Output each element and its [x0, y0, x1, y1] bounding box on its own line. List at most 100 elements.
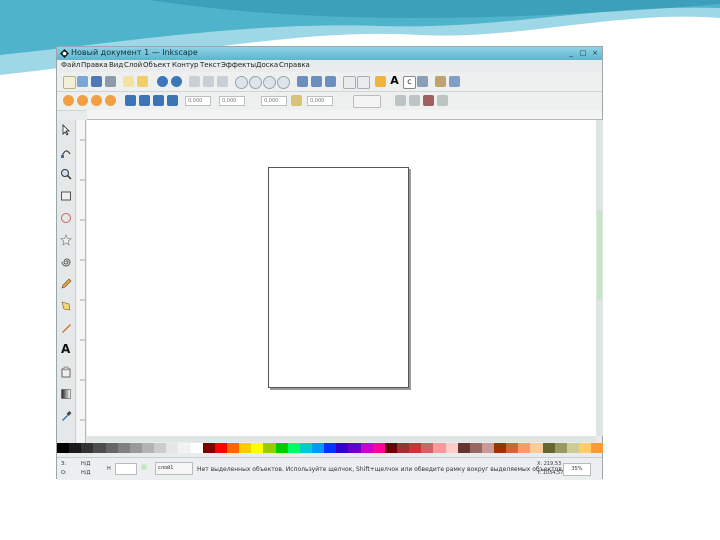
rotate-cw-icon[interactable]: [77, 95, 88, 106]
spray-icon[interactable]: [60, 366, 72, 378]
palette-swatch[interactable]: [81, 443, 94, 453]
layer-select[interactable]: слой1: [155, 462, 193, 475]
palette-swatch[interactable]: [336, 443, 349, 453]
palette-swatch[interactable]: [360, 443, 373, 453]
palette-swatch[interactable]: [384, 443, 397, 453]
new-icon[interactable]: [63, 76, 76, 89]
palette-swatch[interactable]: [311, 443, 325, 453]
calligraphy-icon[interactable]: [60, 322, 72, 334]
ungroup-icon[interactable]: [357, 76, 370, 89]
palette-swatch[interactable]: [287, 443, 300, 453]
palette-swatch[interactable]: [324, 443, 337, 453]
pencil-icon[interactable]: [60, 278, 72, 290]
vertical-scrollbar[interactable]: [596, 120, 603, 436]
palette-swatch[interactable]: [518, 443, 531, 453]
zoom-drawing-icon[interactable]: [249, 76, 262, 89]
menu-whiteboard[interactable]: Доска: [256, 61, 278, 69]
palette-swatch[interactable]: [57, 443, 70, 453]
lower-icon[interactable]: [153, 95, 164, 106]
palette-swatch[interactable]: [299, 443, 312, 453]
move-gradients-icon[interactable]: [423, 95, 434, 106]
raise-icon[interactable]: [139, 95, 150, 106]
close-button[interactable]: ×: [591, 49, 599, 57]
menu-edit[interactable]: Правка: [81, 61, 108, 69]
palette-swatch[interactable]: [239, 443, 252, 453]
palette-swatch[interactable]: [506, 443, 519, 453]
palette-swatch[interactable]: [494, 443, 507, 453]
group-icon[interactable]: [343, 76, 356, 89]
ellipse-icon[interactable]: [60, 212, 72, 224]
minimize-button[interactable]: _: [567, 49, 575, 57]
flip-vertical-icon[interactable]: [105, 95, 116, 106]
menu-path[interactable]: Контур: [172, 61, 199, 69]
zoom-icon[interactable]: [60, 168, 72, 180]
palette-swatch[interactable]: [591, 443, 604, 453]
menu-file[interactable]: Файл: [61, 61, 80, 69]
palette-swatch[interactable]: [275, 443, 288, 453]
palette-swatch[interactable]: [421, 443, 434, 453]
zoom-page-icon[interactable]: [263, 76, 276, 89]
import-icon[interactable]: [123, 76, 134, 87]
spiral-icon[interactable]: [60, 256, 72, 268]
palette-swatch[interactable]: [396, 443, 410, 453]
palette-swatch[interactable]: [530, 443, 543, 453]
palette-swatch[interactable]: [542, 443, 555, 453]
rectangle-icon[interactable]: [60, 190, 72, 202]
fill-indicator[interactable]: Н/Д: [81, 461, 90, 467]
palette-swatch[interactable]: [469, 443, 482, 453]
align-icon[interactable]: [417, 76, 428, 87]
zoom-width-icon[interactable]: [277, 76, 290, 89]
pen-icon[interactable]: [60, 300, 72, 312]
palette-swatch[interactable]: [117, 443, 130, 453]
palette-swatch[interactable]: [554, 443, 567, 453]
horizontal-scrollbar[interactable]: [87, 436, 596, 442]
height-field[interactable]: 0,000: [307, 96, 333, 106]
text-icon[interactable]: A: [60, 342, 72, 354]
menu-view[interactable]: Вид: [109, 61, 123, 69]
palette-swatch[interactable]: [105, 443, 118, 453]
x-field[interactable]: 0,000: [185, 96, 211, 106]
palette-swatch[interactable]: [579, 443, 592, 453]
layer-visibility-icon[interactable]: [141, 464, 147, 470]
vertical-scroll-thumb[interactable]: [597, 210, 602, 300]
open-icon[interactable]: [77, 76, 88, 87]
palette-swatch[interactable]: [433, 443, 446, 453]
move-patterns-icon[interactable]: [437, 95, 448, 106]
menu-text[interactable]: Текст: [200, 61, 221, 69]
palette-swatch[interactable]: [226, 443, 240, 453]
units-select[interactable]: [353, 95, 381, 108]
menu-layer[interactable]: Слой: [124, 61, 142, 69]
export-icon[interactable]: [137, 76, 148, 87]
redo-icon[interactable]: [171, 76, 182, 87]
palette-swatch[interactable]: [481, 443, 495, 453]
dropper-icon[interactable]: [60, 410, 72, 422]
palette-swatch[interactable]: [409, 443, 422, 453]
xml-editor-icon[interactable]: C: [403, 76, 416, 89]
opacity-field[interactable]: [115, 463, 137, 475]
palette-swatch[interactable]: [251, 443, 264, 453]
scale-stroke-icon[interactable]: [395, 95, 406, 106]
maximize-button[interactable]: □: [579, 49, 587, 57]
scale-corners-icon[interactable]: [409, 95, 420, 106]
y-field[interactable]: 0,000: [219, 96, 245, 106]
palette-swatch[interactable]: [154, 443, 167, 453]
document-properties-icon[interactable]: [449, 76, 460, 87]
text-font-icon[interactable]: A: [389, 74, 400, 87]
menu-object[interactable]: Объект: [143, 61, 170, 69]
palette-swatch[interactable]: [457, 443, 470, 453]
raise-to-top-icon[interactable]: [125, 95, 136, 106]
flip-horizontal-icon[interactable]: [91, 95, 102, 106]
preferences-icon[interactable]: [435, 76, 446, 87]
zoom-field[interactable]: 35%: [563, 463, 591, 476]
duplicate-icon[interactable]: [297, 76, 308, 87]
palette-swatch[interactable]: [141, 443, 155, 453]
palette-swatch[interactable]: [178, 443, 191, 453]
copy-icon[interactable]: [189, 76, 200, 87]
star-icon[interactable]: [60, 234, 72, 246]
lock-ratio-icon[interactable]: [291, 95, 302, 106]
cut-icon[interactable]: [203, 76, 214, 87]
save-icon[interactable]: [91, 76, 102, 87]
selector-icon[interactable]: [60, 124, 72, 136]
palette-swatch[interactable]: [190, 443, 203, 453]
node-icon[interactable]: [60, 146, 72, 158]
